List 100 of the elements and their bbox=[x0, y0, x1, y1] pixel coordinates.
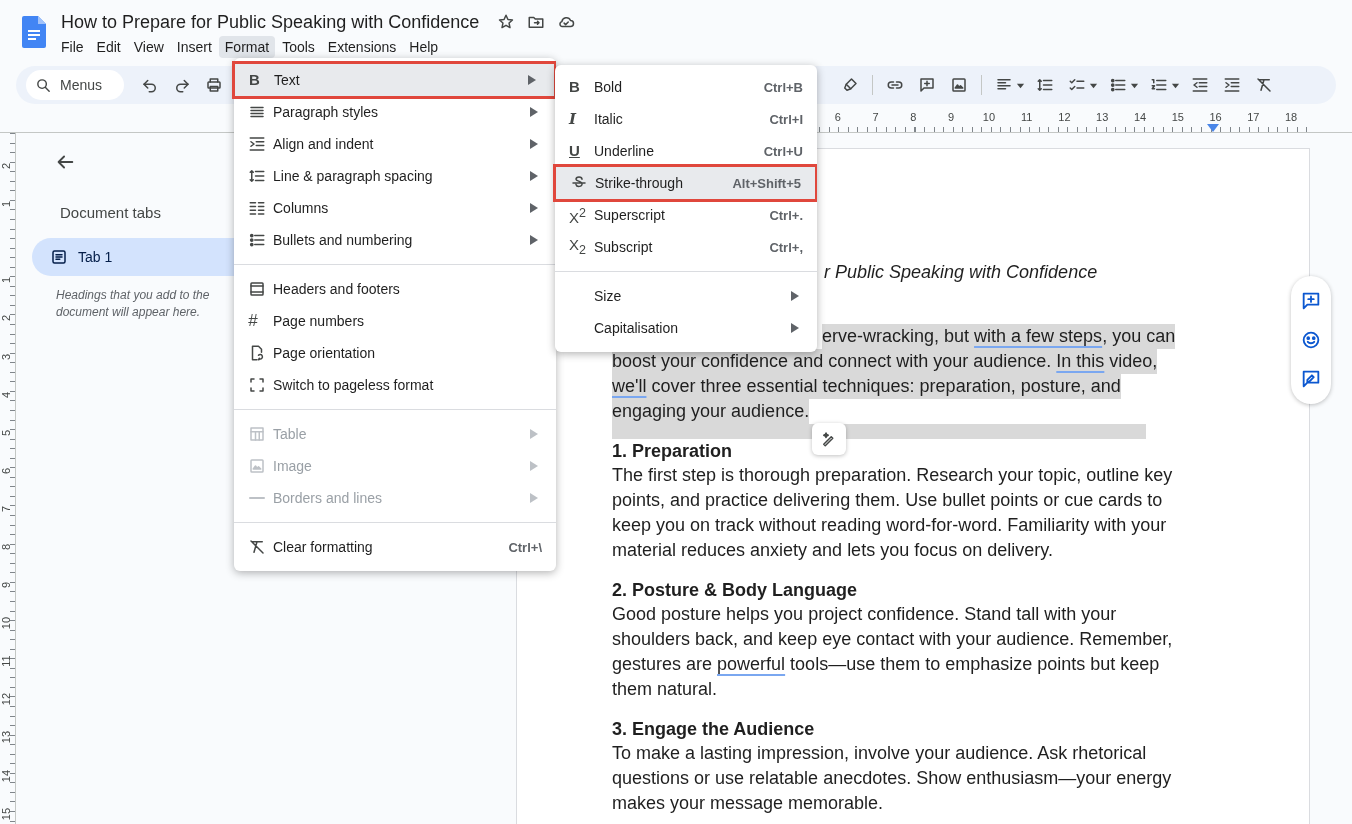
ruler-number: 17 bbox=[1246, 111, 1261, 123]
menus-search-field[interactable]: Menus bbox=[26, 70, 124, 100]
underline-icon: U bbox=[569, 142, 580, 160]
menu-item[interactable]: Align and indent bbox=[234, 128, 556, 160]
docs-logo[interactable] bbox=[22, 16, 46, 48]
add-comment-icon[interactable] bbox=[918, 76, 936, 94]
emoji-icon[interactable] bbox=[1300, 329, 1322, 351]
menu-bar-item[interactable]: Tools bbox=[276, 36, 321, 58]
ruler-number: 2 bbox=[0, 163, 12, 170]
ruler-number: 2 bbox=[0, 315, 12, 322]
print-icon[interactable] bbox=[205, 76, 223, 94]
ruler-number: 8 bbox=[909, 111, 918, 123]
paragraph-line: keep you on track without reading word-for-word. Familiarity with your bbox=[612, 514, 1167, 537]
document-title-text: r Public Speaking with Confidence bbox=[823, 261, 1099, 284]
sidebar-heading: Document tabs bbox=[60, 204, 161, 221]
menu-bar-item[interactable]: Format bbox=[218, 36, 276, 58]
ruler-number: 18 bbox=[1283, 111, 1299, 123]
ruler-number: 14 bbox=[1132, 111, 1148, 123]
paragraph-line: them natural. bbox=[612, 678, 718, 701]
indent-icon bbox=[248, 135, 266, 153]
section-heading: 1. Preparation bbox=[612, 440, 734, 463]
ruler-number: 5 bbox=[0, 429, 12, 436]
ruler-number: 11 bbox=[1020, 111, 1034, 123]
menu-item[interactable]: Capitalisation bbox=[555, 312, 817, 344]
menu-item[interactable]: X$_{2}$ Subscript Ctrl+, bbox=[555, 231, 817, 263]
paragraph-line: Good posture helps you project confidence. Stand tall with your bbox=[612, 603, 1117, 626]
star-icon[interactable] bbox=[497, 13, 516, 31]
dashed-frame-icon bbox=[248, 376, 266, 394]
menu-item[interactable]: B Text bbox=[235, 64, 554, 96]
menu-item[interactable]: U Underline Ctrl+U bbox=[555, 135, 817, 167]
menu-item[interactable]: Columns bbox=[234, 192, 556, 224]
ruler-number: 15 bbox=[0, 807, 12, 820]
subscript-icon: X$_{2}$ bbox=[569, 235, 586, 259]
shortcut-label: Ctrl+\ bbox=[508, 539, 542, 555]
menu-item[interactable]: Switch to pageless format bbox=[234, 369, 556, 401]
hash-icon: # bbox=[248, 312, 258, 330]
indent-marker-icon[interactable] bbox=[1207, 124, 1219, 132]
menu-bar-item[interactable]: Extensions bbox=[321, 36, 403, 58]
decrease-indent-icon[interactable] bbox=[1191, 76, 1209, 94]
document-title[interactable]: How to Prepare for Public Speaking with Confidence bbox=[61, 11, 480, 33]
ruler-number: 15 bbox=[1170, 111, 1185, 123]
clear-formatting-icon bbox=[248, 538, 266, 556]
magic-pen-button[interactable] bbox=[812, 423, 846, 455]
search-icon bbox=[35, 77, 52, 94]
ruler-number: 13 bbox=[0, 731, 12, 744]
header-footer-icon bbox=[248, 280, 266, 298]
menu-item[interactable]: Paragraph styles bbox=[234, 96, 556, 128]
menu-item[interactable]: Clear formatting Ctrl+\ bbox=[234, 531, 556, 563]
line-spacing-icon bbox=[248, 167, 266, 185]
menu-bar-item[interactable]: Edit bbox=[90, 36, 127, 58]
shortcut-label: Ctrl+. bbox=[769, 207, 803, 223]
italic-icon: I bbox=[569, 110, 577, 128]
paragraph-line: gestures are powerful tools—use them to emphasize points but keep bbox=[612, 653, 1160, 676]
menu-item[interactable]: X$^{2}$ Superscript Ctrl+. bbox=[555, 199, 817, 231]
shortcut-label: Ctrl+I bbox=[769, 111, 803, 127]
document-icon bbox=[50, 248, 68, 266]
menu-item[interactable]: Strike-through Alt+Shift+5 bbox=[556, 167, 815, 199]
menu-bar-item[interactable]: View bbox=[127, 36, 170, 58]
shortcut-label: Ctrl+, bbox=[769, 239, 803, 255]
superscript-icon: X$^{2}$ bbox=[569, 203, 586, 227]
menu-bar-item[interactable]: Help bbox=[403, 36, 445, 58]
ruler-number: 11 bbox=[0, 655, 12, 667]
paragraph-line: shoulders back, and keep eye contact with your audience. Remember, bbox=[612, 628, 1173, 651]
ruler-number: 1 bbox=[0, 277, 12, 284]
menu-item[interactable]: I Italic Ctrl+I bbox=[555, 103, 817, 135]
section-heading: 2. Posture & Body Language bbox=[612, 579, 859, 602]
bulleted-list-icon[interactable] bbox=[1109, 76, 1127, 94]
ruler-number: 6 bbox=[0, 467, 12, 474]
table-icon bbox=[248, 425, 266, 443]
ruler-number: 7 bbox=[871, 111, 880, 123]
menu-item[interactable]: Headers and footers bbox=[234, 273, 556, 305]
ruler-number: 1 bbox=[0, 201, 12, 208]
ruler-number: 6 bbox=[833, 111, 842, 123]
increase-indent-icon[interactable] bbox=[1223, 76, 1241, 94]
ruler-number: 9 bbox=[947, 111, 956, 123]
ruler-number: 14 bbox=[0, 769, 12, 782]
section-heading: 3. Engage the Audience bbox=[612, 718, 816, 741]
shortcut-label: Ctrl+U bbox=[763, 143, 803, 159]
ruler-number: 12 bbox=[0, 693, 12, 706]
image-icon[interactable] bbox=[950, 76, 968, 94]
highlighter-icon[interactable] bbox=[841, 76, 859, 94]
ruler-number: 3 bbox=[0, 353, 12, 360]
ruler-number: 10 bbox=[0, 617, 12, 630]
ruler-number: 12 bbox=[1057, 111, 1072, 123]
menu-item[interactable]: B Bold Ctrl+B bbox=[555, 71, 817, 103]
ruler-number: 13 bbox=[1095, 111, 1110, 123]
paragraph-line: makes your message memorable. bbox=[612, 792, 884, 815]
ruler-number: 10 bbox=[981, 111, 997, 123]
clear-formatting-icon[interactable] bbox=[1255, 76, 1273, 94]
ruler-number: 9 bbox=[0, 582, 12, 589]
menu-bar-item[interactable]: File bbox=[55, 36, 90, 58]
sidebar-hint: Headings that you add to the document will appear here. bbox=[56, 287, 211, 321]
menu-item[interactable]: Line & paragraph spacing bbox=[234, 160, 556, 192]
menu-bar-item[interactable]: Insert bbox=[170, 36, 218, 58]
bulleted-list-icon bbox=[248, 231, 266, 249]
menu-item[interactable]: Size bbox=[555, 280, 817, 312]
line-spacing-icon[interactable] bbox=[1036, 76, 1054, 94]
menu-item[interactable]: # Page numbers bbox=[234, 305, 556, 337]
bold-icon: B bbox=[249, 71, 260, 89]
menu-item[interactable]: Page orientation bbox=[234, 337, 556, 369]
